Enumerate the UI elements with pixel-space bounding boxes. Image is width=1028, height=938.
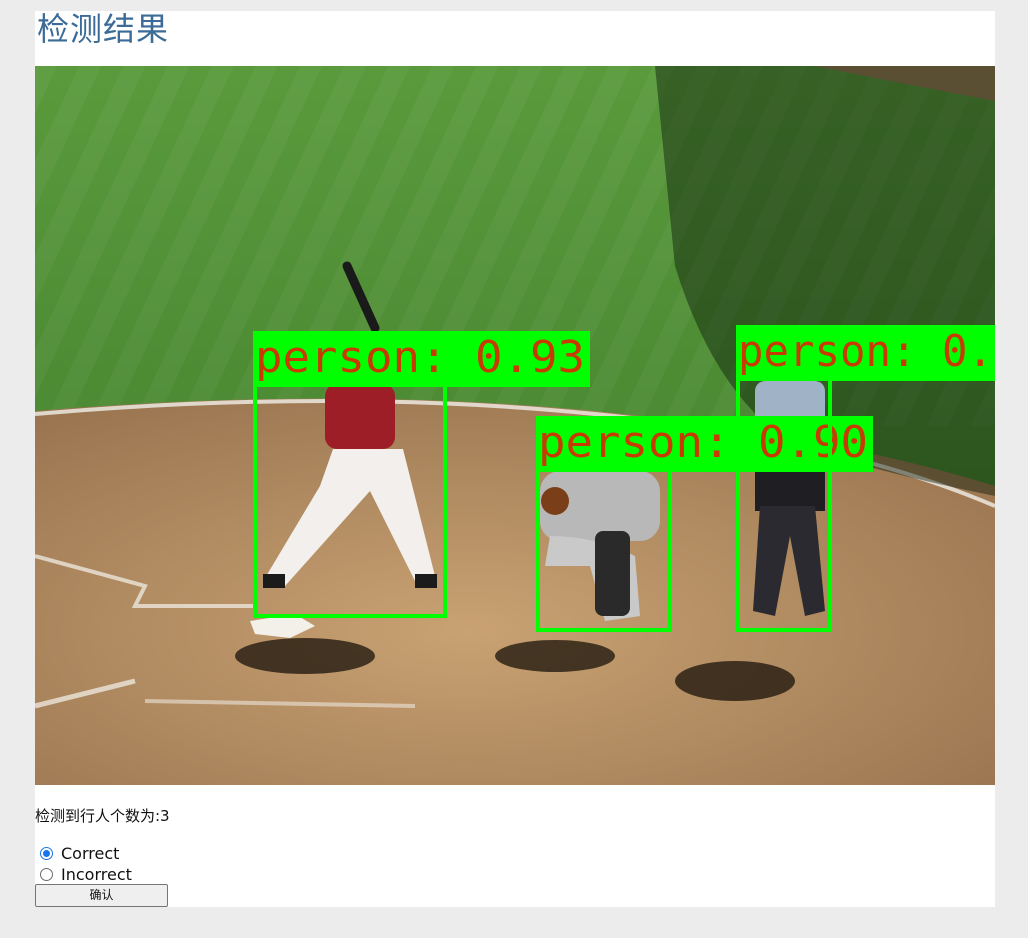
radio-incorrect-label: Incorrect (61, 864, 132, 884)
detection-label-2: person: 0.90 (538, 417, 868, 468)
result-panel: 检测结果 person: 0.93 person: 0.90 person: 0… (35, 10, 995, 907)
pedestrian-count-text: 检测到行人个数为:3 (35, 807, 170, 825)
feedback-option-incorrect[interactable]: Incorrect (35, 864, 132, 884)
radio-correct-label: Correct (61, 843, 120, 863)
feedback-option-correct[interactable]: Correct (35, 843, 119, 863)
detection-label-1: person: 0.93 (255, 332, 585, 383)
radio-incorrect[interactable] (40, 867, 53, 881)
detection-result-image: person: 0.93 person: 0.90 person: 0. (35, 66, 995, 785)
detection-label-3: person: 0. (738, 326, 993, 377)
page-title: 检测结果 (37, 10, 170, 48)
confirm-button[interactable]: 确认 (35, 884, 168, 907)
radio-correct[interactable] (40, 846, 53, 860)
